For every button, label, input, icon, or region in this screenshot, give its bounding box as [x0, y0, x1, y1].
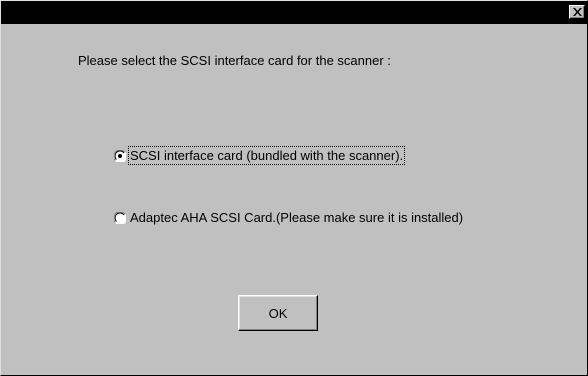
radio-label-bundled[interactable]: SCSI interface card (bundled with the sc… [127, 146, 406, 165]
title-bar [1, 1, 588, 24]
option-adaptec-card[interactable]: Adaptec AHA SCSI Card.(Please make sure … [114, 209, 464, 226]
close-x-icon [573, 8, 582, 16]
scanner-setup-dialog: Please select the SCSI interface card fo… [0, 0, 588, 376]
ok-button-label: OK [268, 305, 288, 321]
prompt-text: Please select the SCSI interface card fo… [78, 53, 391, 68]
radio-label-adaptec[interactable]: Adaptec AHA SCSI Card.(Please make sure … [129, 209, 464, 226]
radio-button-bundled[interactable] [114, 149, 126, 162]
option-bundled-scsi-card[interactable]: SCSI interface card (bundled with the sc… [114, 146, 406, 165]
radio-button-adaptec[interactable] [114, 211, 126, 224]
ok-button[interactable]: OK [238, 295, 318, 331]
close-button[interactable] [569, 5, 585, 19]
